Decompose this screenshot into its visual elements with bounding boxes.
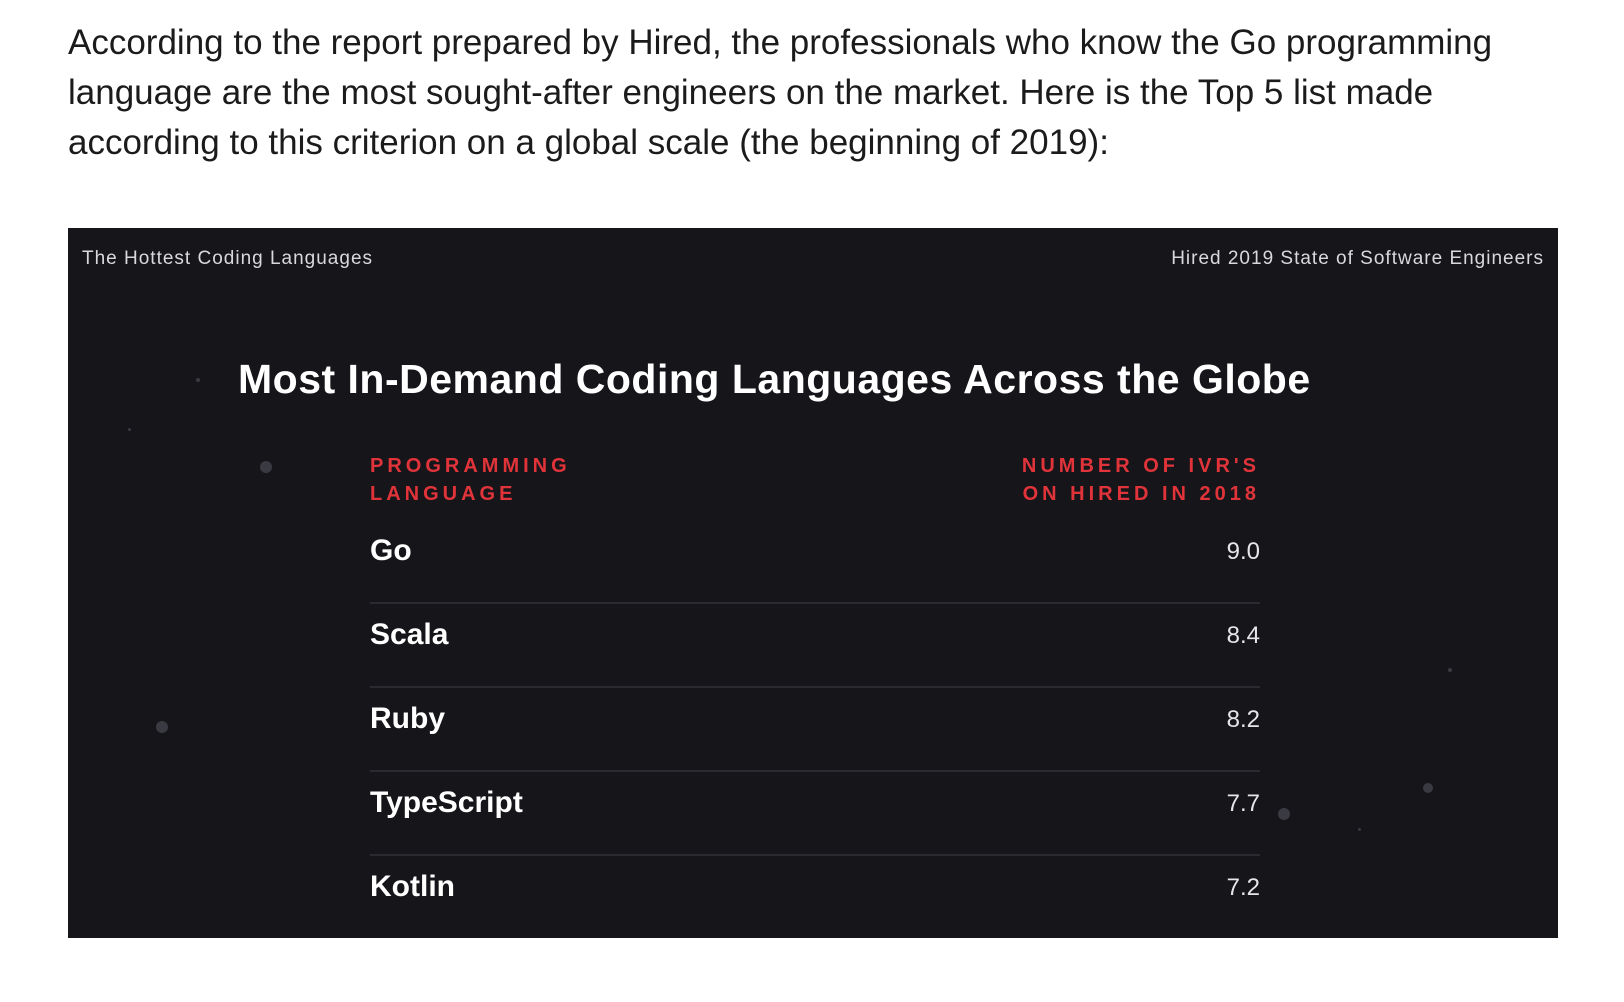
table-row: Scala 8.4 — [370, 604, 1260, 688]
ivr-value: 8.4 — [1226, 622, 1260, 649]
table-row: Go 9.0 — [370, 520, 1260, 604]
language-table: Go 9.0 Scala 8.4 Ruby 8.2 TypeScript 7.7… — [370, 520, 1260, 938]
infographic-source-label: Hired 2019 State of Software Engineers — [1171, 248, 1544, 269]
intro-line-3: according to this criterion on a global … — [68, 123, 1109, 162]
ivr-value: 9.0 — [1226, 538, 1260, 565]
language-name: Ruby — [370, 702, 445, 735]
star-dot — [196, 378, 200, 382]
intro-line-2: language are the most sought-after engin… — [68, 73, 1434, 112]
ivr-value: 8.2 — [1226, 706, 1260, 733]
column-header-ivrs: NUMBER OF IVR'S ON HIRED IN 2018 — [1000, 452, 1260, 508]
star-dot — [156, 721, 168, 733]
column-header-ivrs-line-1: NUMBER OF IVR'S — [1021, 455, 1260, 477]
star-dot — [1358, 828, 1361, 831]
column-header-ivrs-line-2: ON HIRED IN 2018 — [1022, 483, 1260, 505]
infographic-panel: The Hottest Coding Languages Hired 2019 … — [68, 228, 1558, 938]
infographic-title: Most In-Demand Coding Languages Across t… — [238, 356, 1311, 402]
language-name: TypeScript — [370, 786, 523, 819]
star-dot — [1278, 808, 1290, 820]
table-row: TypeScript 7.7 — [370, 772, 1260, 856]
language-name: Scala — [370, 618, 449, 651]
ivr-value: 7.2 — [1226, 874, 1260, 901]
intro-paragraph: According to the report prepared by Hire… — [68, 18, 1568, 168]
star-dot — [1423, 783, 1433, 793]
language-name: Kotlin — [370, 870, 455, 903]
intro-line-1: According to the report prepared by Hire… — [68, 23, 1493, 62]
column-header-language-line-2: LANGUAGE — [370, 483, 517, 505]
infographic-series-label: The Hottest Coding Languages — [82, 248, 374, 269]
language-name: Go — [370, 534, 412, 567]
ivr-value: 7.7 — [1226, 790, 1260, 817]
column-header-language: PROGRAMMING LANGUAGE — [370, 452, 571, 508]
table-row: Ruby 8.2 — [370, 688, 1260, 772]
star-dot — [260, 461, 272, 473]
star-dot — [1448, 668, 1452, 672]
table-row: Kotlin 7.2 — [370, 856, 1260, 938]
column-header-language-line-1: PROGRAMMING — [370, 455, 571, 477]
star-dot — [128, 428, 131, 431]
